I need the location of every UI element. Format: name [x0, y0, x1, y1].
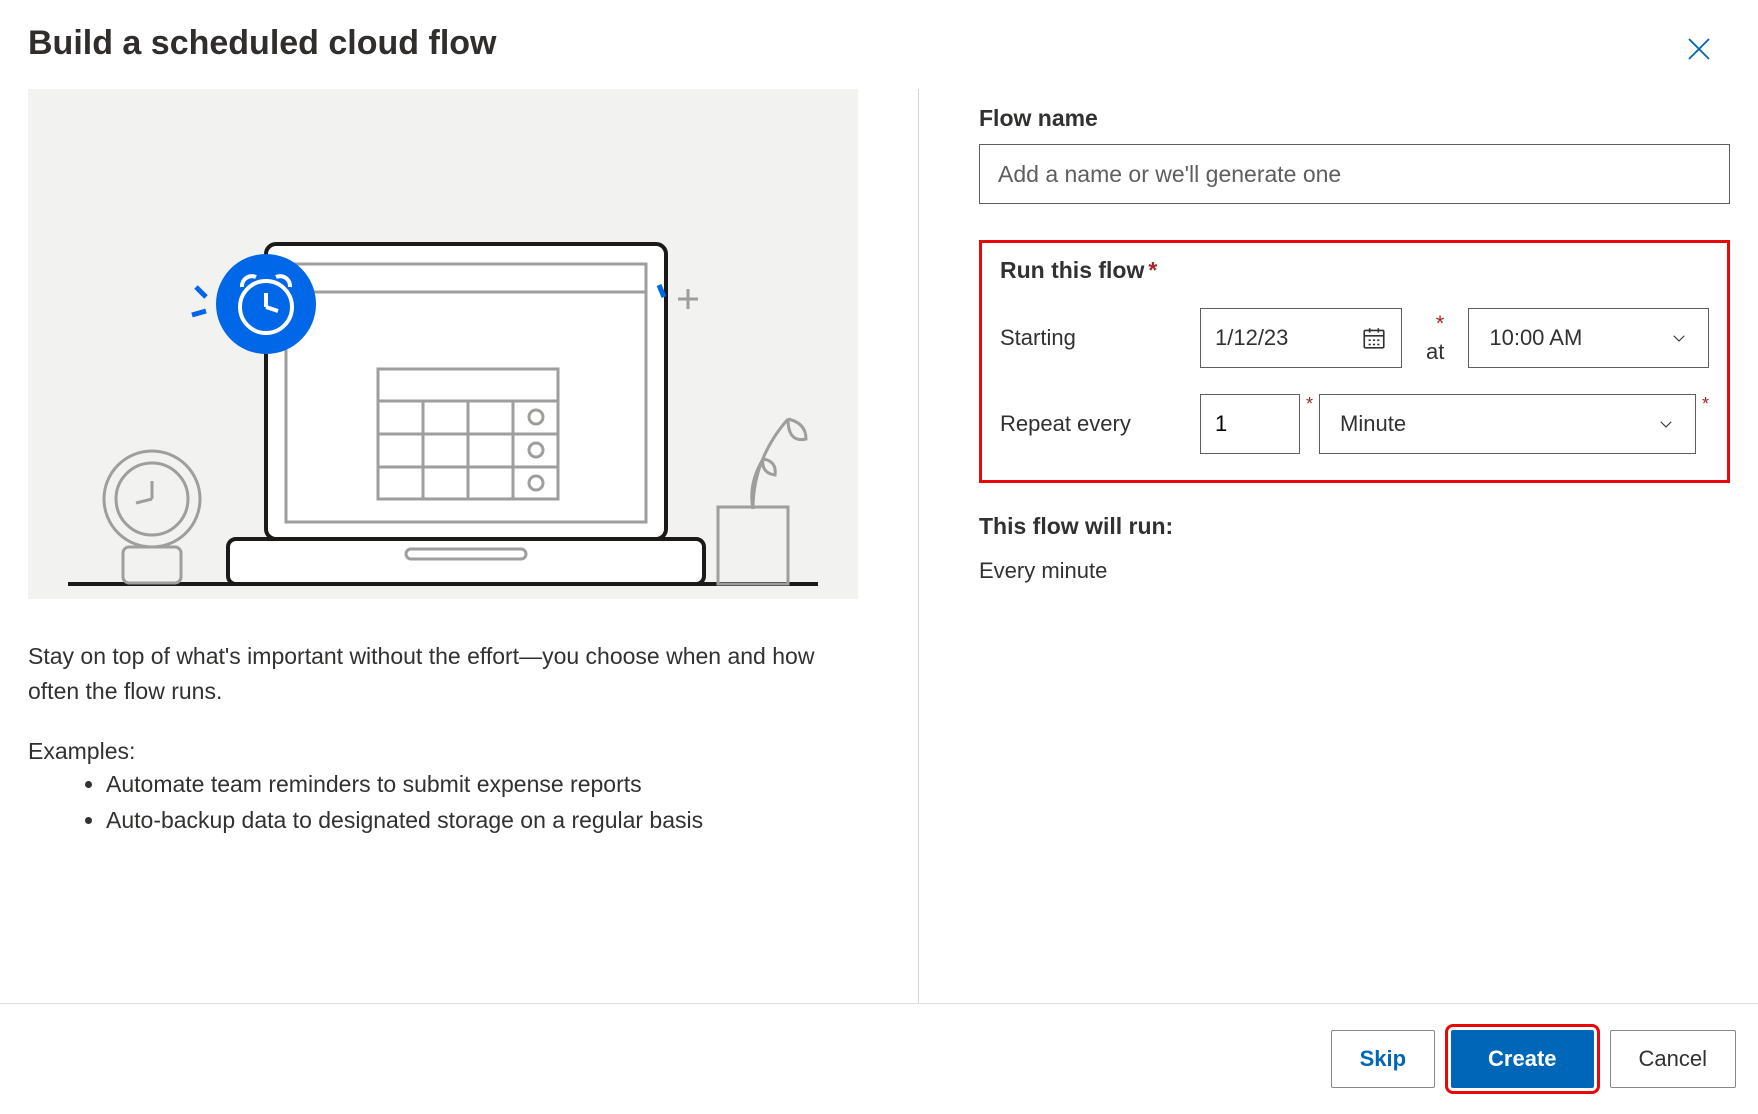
start-time-dropdown[interactable]: 10:00 AM	[1468, 308, 1709, 368]
repeat-value-input[interactable]	[1200, 394, 1300, 454]
chevron-down-icon	[1657, 415, 1675, 433]
dialog-header: Build a scheduled cloud flow	[0, 0, 1758, 79]
repeat-row: Repeat every * Minute *	[1000, 394, 1709, 454]
cancel-button[interactable]: Cancel	[1610, 1030, 1736, 1088]
description: Stay on top of what's important without …	[28, 639, 858, 708]
start-date-value: 1/12/23	[1215, 325, 1288, 351]
calendar-icon	[1361, 325, 1387, 351]
required-marker: *	[1436, 311, 1445, 337]
at-label: * at	[1426, 311, 1444, 365]
illustration	[28, 89, 858, 599]
dialog-content: Stay on top of what's important without …	[0, 79, 1758, 1009]
starting-label: Starting	[1000, 325, 1200, 351]
required-marker: *	[1702, 394, 1709, 415]
dialog-footer: Skip Create Cancel	[0, 1003, 1758, 1114]
example-item: Automate team reminders to submit expens…	[106, 767, 858, 803]
flow-name-input[interactable]	[979, 144, 1730, 204]
examples-label: Examples:	[28, 738, 858, 765]
skip-button[interactable]: Skip	[1331, 1030, 1435, 1088]
repeat-label: Repeat every	[1000, 411, 1200, 437]
required-marker: *	[1148, 257, 1157, 283]
create-button[interactable]: Create	[1451, 1030, 1593, 1088]
right-panel: Flow name Run this flow* Starting 1/12/2…	[979, 89, 1730, 1009]
summary-title: This flow will run:	[979, 513, 1730, 540]
left-panel: Stay on top of what's important without …	[28, 89, 858, 1009]
scheduled-flow-dialog: Build a scheduled cloud flow	[0, 0, 1758, 1114]
close-button[interactable]	[1684, 24, 1730, 69]
run-flow-section: Run this flow* Starting 1/12/23	[979, 240, 1730, 483]
start-date-picker[interactable]: 1/12/23	[1200, 308, 1402, 368]
flow-name-label: Flow name	[979, 105, 1730, 132]
start-time-value: 10:00 AM	[1489, 325, 1582, 351]
examples-list: Automate team reminders to submit expens…	[28, 767, 858, 838]
vertical-divider	[918, 89, 919, 1009]
repeat-unit-value: Minute	[1340, 411, 1406, 437]
starting-row: Starting 1/12/23 * at	[1000, 308, 1709, 368]
required-marker: *	[1306, 394, 1313, 415]
repeat-unit-dropdown[interactable]: Minute	[1319, 394, 1696, 454]
summary-text: Every minute	[979, 558, 1730, 584]
example-item: Auto-backup data to designated storage o…	[106, 803, 858, 839]
chevron-down-icon	[1670, 329, 1688, 347]
run-flow-title: Run this flow*	[1000, 257, 1709, 284]
dialog-title: Build a scheduled cloud flow	[28, 24, 496, 63]
close-icon	[1684, 34, 1714, 64]
